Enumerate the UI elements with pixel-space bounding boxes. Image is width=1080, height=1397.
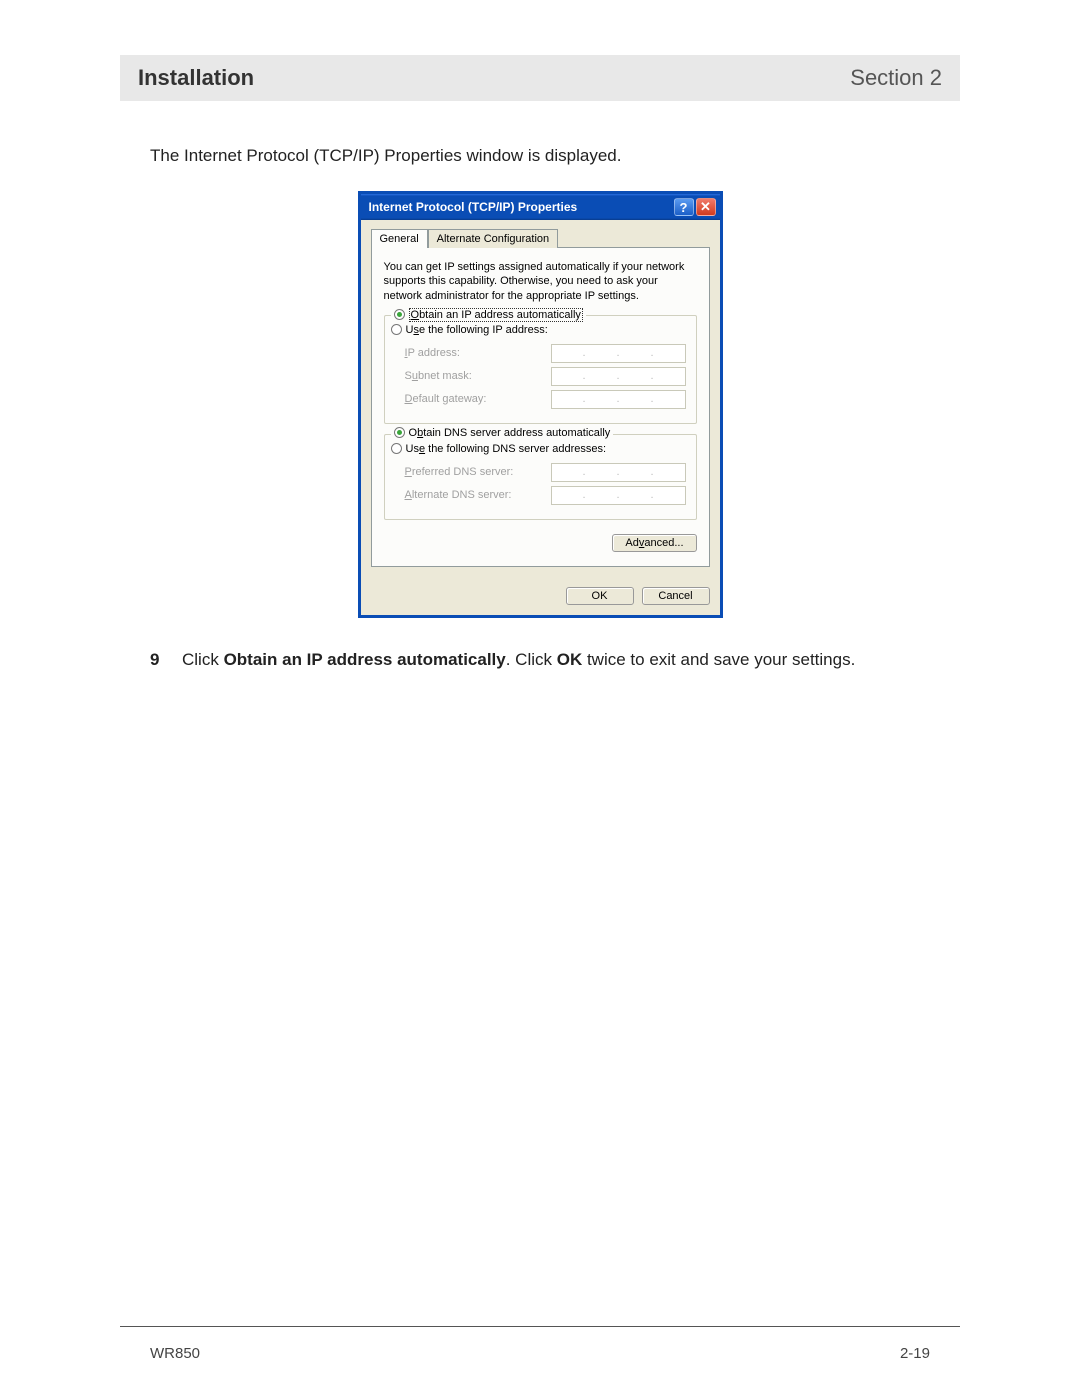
page-header: Installation Section 2: [120, 55, 960, 101]
help-icon: ?: [680, 200, 688, 215]
radio-ip-manual[interactable]: Use the following IP address:: [391, 324, 686, 336]
close-icon: ✕: [700, 199, 711, 215]
tab-strip: General Alternate Configuration: [371, 228, 710, 247]
radio-dns-auto[interactable]: Obtain DNS server address automatically: [391, 427, 614, 439]
gateway-label: Default gateway:: [405, 393, 487, 405]
radio-dns-manual-label: Use the following DNS server addresses:: [406, 443, 607, 455]
titlebar-buttons: ? ✕: [674, 198, 716, 216]
ip-address-label: IP address:: [405, 347, 460, 359]
radio-ip-auto[interactable]: Obtain an IP address automatically: [391, 308, 586, 322]
page-footer: WR850 2-19: [120, 1345, 960, 1362]
radio-icon: [391, 324, 402, 335]
pref-dns-label: Preferred DNS server:: [405, 466, 514, 478]
tcpip-properties-dialog: Internet Protocol (TCP/IP) Properties ? …: [358, 191, 723, 618]
subnet-row: Subnet mask: ...: [405, 367, 686, 386]
tab-general[interactable]: General: [371, 229, 428, 248]
dialog-titlebar[interactable]: Internet Protocol (TCP/IP) Properties ? …: [361, 194, 720, 220]
footer-page: 2-19: [900, 1345, 930, 1362]
dialog-footer: OK Cancel: [361, 577, 720, 615]
radio-ip-auto-label: Obtain an IP address automatically: [409, 308, 583, 322]
radio-dns-manual[interactable]: Use the following DNS server addresses:: [391, 443, 686, 455]
advanced-row: Advanced...: [384, 530, 697, 554]
tab-alternate-config[interactable]: Alternate Configuration: [428, 229, 559, 248]
header-title: Installation: [138, 65, 254, 91]
subnet-input[interactable]: ...: [551, 367, 686, 386]
dns-group: Obtain DNS server address automatically …: [384, 434, 697, 520]
step-number: 9: [150, 648, 164, 672]
radio-icon: [394, 309, 405, 320]
radio-dns-auto-label: Obtain DNS server address automatically: [409, 427, 611, 439]
dialog-title: Internet Protocol (TCP/IP) Properties: [369, 200, 578, 214]
help-button[interactable]: ?: [674, 198, 694, 216]
tab-panel-general: You can get IP settings assigned automat…: [371, 247, 710, 567]
pref-dns-input[interactable]: ...: [551, 463, 686, 482]
ip-address-input[interactable]: ...: [551, 344, 686, 363]
ip-address-row: IP address: ...: [405, 344, 686, 363]
alt-dns-row: Alternate DNS server: ...: [405, 486, 686, 505]
header-section: Section 2: [850, 65, 942, 91]
ok-button[interactable]: OK: [566, 587, 634, 605]
radio-icon: [394, 427, 405, 438]
gateway-input[interactable]: ...: [551, 390, 686, 409]
step-9: 9 Click Obtain an IP address automatical…: [150, 648, 960, 672]
dialog-body: General Alternate Configuration You can …: [361, 220, 720, 577]
pref-dns-row: Preferred DNS server: ...: [405, 463, 686, 482]
dialog-description: You can get IP settings assigned automat…: [384, 260, 697, 303]
step-text: Click Obtain an IP address automatically…: [182, 648, 855, 672]
footer-divider: [120, 1326, 960, 1327]
footer-model: WR850: [150, 1345, 200, 1362]
subnet-label: Subnet mask:: [405, 370, 472, 382]
ip-group: Obtain an IP address automatically Use t…: [384, 315, 697, 424]
radio-icon: [391, 443, 402, 454]
radio-ip-manual-label: Use the following IP address:: [406, 324, 548, 336]
dialog-wrapper: Internet Protocol (TCP/IP) Properties ? …: [120, 191, 960, 618]
advanced-button[interactable]: Advanced...: [612, 534, 696, 552]
close-button[interactable]: ✕: [696, 198, 716, 216]
intro-text: The Internet Protocol (TCP/IP) Propertie…: [150, 146, 960, 166]
cancel-button[interactable]: Cancel: [642, 587, 710, 605]
gateway-row: Default gateway: ...: [405, 390, 686, 409]
alt-dns-input[interactable]: ...: [551, 486, 686, 505]
alt-dns-label: Alternate DNS server:: [405, 489, 512, 501]
